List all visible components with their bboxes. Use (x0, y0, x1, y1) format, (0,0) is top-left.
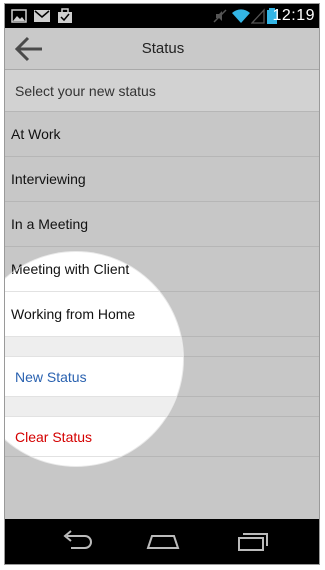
section-divider (5, 397, 183, 417)
briefcase-icon (58, 8, 72, 23)
nav-bar (5, 519, 319, 564)
status-item-meeting-with-client[interactable]: Meeting with Client (5, 252, 183, 292)
status-bar: 12:19 (5, 4, 319, 28)
clock-time: 12:19 (272, 7, 315, 24)
phone-screen: 12:19 Status Select your new status At W… (4, 3, 320, 565)
action-bar: Status (5, 28, 319, 70)
status-item-in-a-meeting[interactable]: In a Meeting (5, 202, 319, 247)
magnified-list: Select your new status At Work Interview… (5, 252, 183, 457)
status-item-interviewing[interactable]: Interviewing (5, 157, 319, 202)
mute-icon (213, 9, 227, 23)
home-nav-icon[interactable] (143, 527, 183, 555)
wifi-icon (232, 9, 250, 23)
list-header: Select your new status (5, 70, 319, 112)
mail-icon (34, 10, 50, 22)
status-item-working-from-home[interactable]: Working from Home (5, 292, 183, 337)
magnifier-highlight: Select your new status At Work Interview… (5, 252, 183, 466)
status-item-at-work[interactable]: At Work (5, 112, 319, 157)
clear-status-button[interactable]: Clear Status (5, 417, 183, 457)
signal-icon (251, 8, 265, 24)
page-title: Status (141, 40, 185, 57)
recent-apps-icon[interactable] (233, 527, 273, 555)
new-status-button[interactable]: New Status (5, 357, 183, 397)
image-icon (11, 9, 27, 23)
section-divider (5, 337, 183, 357)
back-nav-icon[interactable] (57, 527, 97, 555)
